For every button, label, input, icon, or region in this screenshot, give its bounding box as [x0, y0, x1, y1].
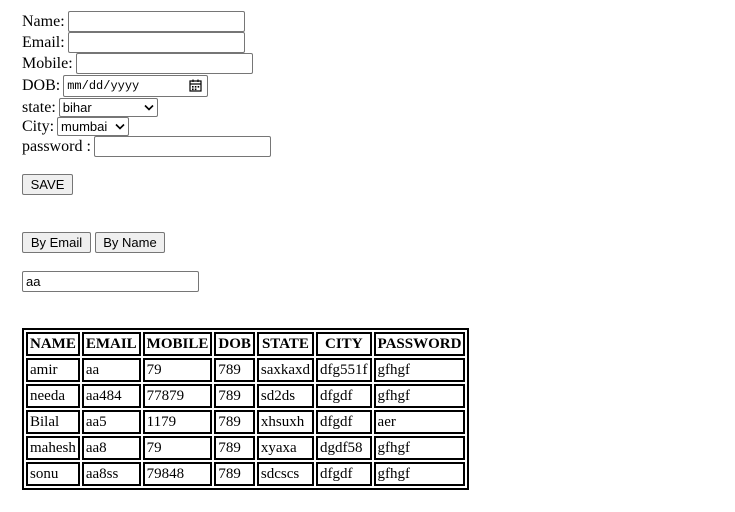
table-cell: 789 [214, 462, 255, 486]
password-input[interactable] [93, 136, 271, 157]
table-cell: sonu [26, 462, 80, 486]
table-row: amir aa 79 789 saxkaxd dfg551f gfhgf [26, 358, 466, 382]
table-cell: xhsuxh [256, 410, 315, 434]
search-input[interactable]: aa [22, 271, 199, 292]
table-cell: aer [373, 410, 466, 434]
column-header: DOB [214, 332, 255, 356]
table-cell: dfgdf [316, 462, 372, 486]
table-cell: gfhgf [373, 358, 466, 382]
name-row: Name: [22, 11, 245, 32]
table-cell: amir [26, 358, 80, 382]
state-select[interactable]: bihar [58, 98, 158, 117]
by-name-button[interactable]: By Name [95, 232, 165, 253]
table-cell: 789 [214, 358, 255, 382]
table-cell: 1179 [142, 410, 213, 434]
state-selected-value: bihar [62, 100, 92, 115]
table-cell: aa [81, 358, 141, 382]
column-header: MOBILE [142, 332, 213, 356]
name-label: Name: [22, 12, 65, 30]
state-row: state: bihar [22, 97, 158, 118]
dob-row: DOB: mm/dd/yyyy [22, 74, 209, 97]
table-cell: dgdf58 [316, 436, 372, 460]
table-cell: 789 [214, 436, 255, 460]
city-row: City: mumbai [22, 116, 130, 137]
save-button[interactable]: SAVE [22, 174, 73, 195]
dob-placeholder: mm/dd/yyyy [67, 78, 140, 93]
users-table: NAME EMAIL MOBILE DOB STATE CITY PASSWOR… [22, 328, 470, 490]
name-input[interactable] [67, 11, 245, 32]
column-header: EMAIL [81, 332, 141, 356]
table-cell: sd2ds [256, 384, 315, 408]
state-label: state: [22, 98, 56, 116]
table-cell: aa5 [81, 410, 141, 434]
city-label: City: [22, 117, 55, 135]
table-cell: aa8 [81, 436, 141, 460]
table-cell: gfhgf [373, 436, 466, 460]
table-cell: 79 [142, 436, 213, 460]
table-cell: aa484 [81, 384, 141, 408]
table-cell: sdcscs [256, 462, 315, 486]
table-row: needa aa484 77879 789 sd2ds dfgdf gfhgf [26, 384, 466, 408]
city-selected-value: mumbai [61, 119, 108, 134]
table-cell: 789 [214, 410, 255, 434]
table-cell: dfg551f [316, 358, 372, 382]
table-cell: saxkaxd [256, 358, 315, 382]
mobile-label: Mobile: [22, 54, 73, 72]
table-cell: dfgdf [316, 384, 372, 408]
table-cell: xyaxa [256, 436, 315, 460]
mobile-input[interactable] [75, 53, 253, 74]
by-email-button[interactable]: By Email [22, 232, 91, 253]
table-cell: needa [26, 384, 80, 408]
city-select[interactable]: mumbai [57, 117, 130, 136]
dob-input[interactable]: mm/dd/yyyy [63, 74, 209, 97]
table-header-row: NAME EMAIL MOBILE DOB STATE CITY PASSWOR… [26, 332, 466, 356]
table-row: mahesh aa8 79 789 xyaxa dgdf58 gfhgf [26, 436, 466, 460]
table-cell: dfgdf [316, 410, 372, 434]
table-cell: 79848 [142, 462, 213, 486]
table-cell: 789 [214, 384, 255, 408]
calendar-icon[interactable] [189, 79, 202, 92]
email-row: Email: [22, 32, 245, 53]
table-cell: mahesh [26, 436, 80, 460]
table-cell: gfhgf [373, 462, 466, 486]
search-value: aa [26, 274, 41, 289]
dob-label: DOB: [22, 76, 61, 94]
email-input[interactable] [67, 32, 245, 53]
table-cell: gfhgf [373, 384, 466, 408]
column-header: NAME [26, 332, 80, 356]
mobile-row: Mobile: [22, 53, 253, 74]
table-cell: 79 [142, 358, 213, 382]
column-header: PASSWORD [373, 332, 466, 356]
table-row: sonu aa8ss 79848 789 sdcscs dfgdf gfhgf [26, 462, 466, 486]
table-cell: Bilal [26, 410, 80, 434]
password-row: password : [22, 136, 271, 157]
password-label: password : [22, 137, 91, 155]
chevron-down-icon [144, 104, 154, 111]
column-header: CITY [316, 332, 372, 356]
column-header: STATE [256, 332, 315, 356]
table-row: Bilal aa5 1179 789 xhsuxh dfgdf aer [26, 410, 466, 434]
chevron-down-icon [115, 123, 125, 130]
table-cell: aa8ss [81, 462, 141, 486]
table-cell: 77879 [142, 384, 213, 408]
email-label: Email: [22, 33, 65, 51]
